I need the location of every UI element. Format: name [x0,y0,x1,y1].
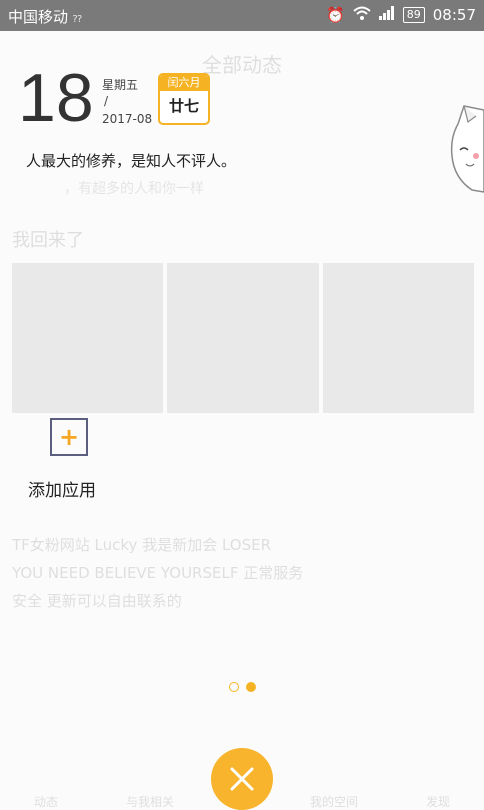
page-dot-active[interactable] [246,682,256,692]
page-indicator [229,682,256,692]
feed-row-text: ，有超多的人和你一样 [64,181,204,197]
close-button[interactable] [211,748,273,810]
feed-post: TF女粉网站 Lucky 我是新加会 LOSER YOU NEED BELIEV… [12,531,452,615]
date-separator: / [104,94,109,108]
feed-photo [12,263,164,413]
feed-post-line: 安全 更新可以自由联系的 [12,592,182,610]
wifi-icon [353,6,371,24]
status-icons: ⏰ 89 08:57 [326,6,476,24]
lunar-day: 廿七 [168,97,199,115]
feed-post-line: YOU NEED BELIEVE YOURSELF 正常服务 [12,564,304,582]
feed-headline: 我回来了 [12,230,84,251]
carrier-label: 中国移动 [8,8,69,26]
lunar-calendar-badge: 闰六月 廿七 [158,73,210,125]
nav-item-feed: 动态 [33,795,58,809]
feed-post-line: TF女粉网站 Lucky 我是新加会 LOSER [12,536,272,554]
date-year-month: 2017-08 [102,112,153,126]
plus-icon: + [58,423,80,451]
add-app-button[interactable]: + [50,418,88,456]
lunar-month: 闰六月 [160,75,208,91]
page-dot[interactable] [229,682,239,692]
carrier: 中国移动 ⁇ [8,6,82,27]
cat-mascot-icon [446,104,484,194]
sim-icon: ⁇ [72,14,83,25]
feed-photo [167,263,319,413]
close-icon [230,767,254,791]
status-bar: 中国移动 ⁇ ⏰ 89 08:57 [0,0,484,31]
battery-indicator: 89 [402,7,425,23]
nav-item-space: 我的空间 [309,795,358,809]
nav-item-discover: 发现 [425,795,450,809]
clock: 08:57 [432,6,476,24]
daily-quote: 人最大的修养，是知人不评人。 [26,152,237,170]
add-app-label[interactable]: 添加应用 [28,476,96,501]
signal-icon [378,6,395,24]
date-day: 18 [18,60,94,136]
nav-item-related: 与我相关 [125,795,174,809]
alarm-icon: ⏰ [326,6,345,24]
feed-photo [322,263,474,413]
date-weekday: 星期五 [102,78,139,92]
feed-photos [12,263,474,413]
